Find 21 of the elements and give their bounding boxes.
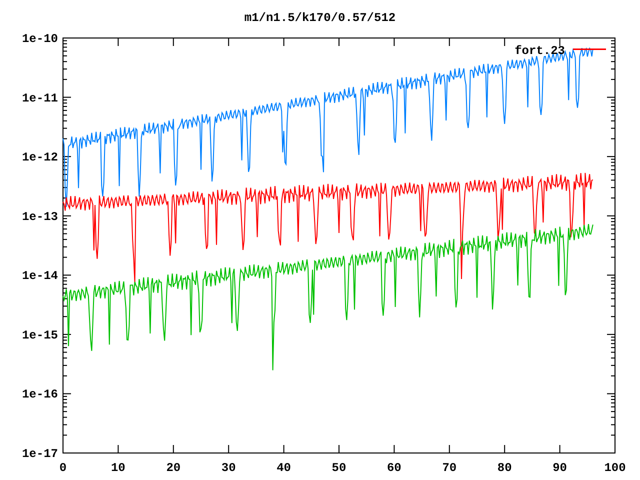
x-tick-label: 100 — [604, 461, 626, 475]
y-tick-label: 1e-13 — [22, 210, 58, 224]
y-tick-label: 1e-12 — [22, 150, 58, 165]
y-tick-label: 1e-11 — [22, 91, 58, 106]
x-tick-label: 60 — [387, 461, 402, 475]
x-tick-label: 20 — [166, 461, 181, 475]
y-tick-label: 1e-10 — [22, 32, 58, 46]
y-tick-label: 1e-17 — [22, 447, 58, 461]
chart-title: m1/n1.5/k170/0.57/512 — [244, 11, 396, 25]
legend-label: fort.23 — [514, 44, 565, 58]
y-tick-label: 1e-14 — [22, 269, 58, 284]
y-tick-label: 1e-16 — [22, 388, 58, 402]
x-tick-label: 30 — [221, 461, 236, 475]
x-tick-label: 70 — [442, 461, 457, 475]
x-tick-label: 10 — [111, 461, 126, 475]
x-tick-label: 50 — [332, 461, 346, 475]
y-tick-label: 1e-15 — [22, 328, 58, 342]
x-tick-label: 40 — [276, 461, 291, 475]
x-tick-label: 90 — [552, 461, 567, 475]
x-tick-label: 0 — [59, 461, 67, 475]
x-tick-label: 80 — [497, 461, 512, 475]
